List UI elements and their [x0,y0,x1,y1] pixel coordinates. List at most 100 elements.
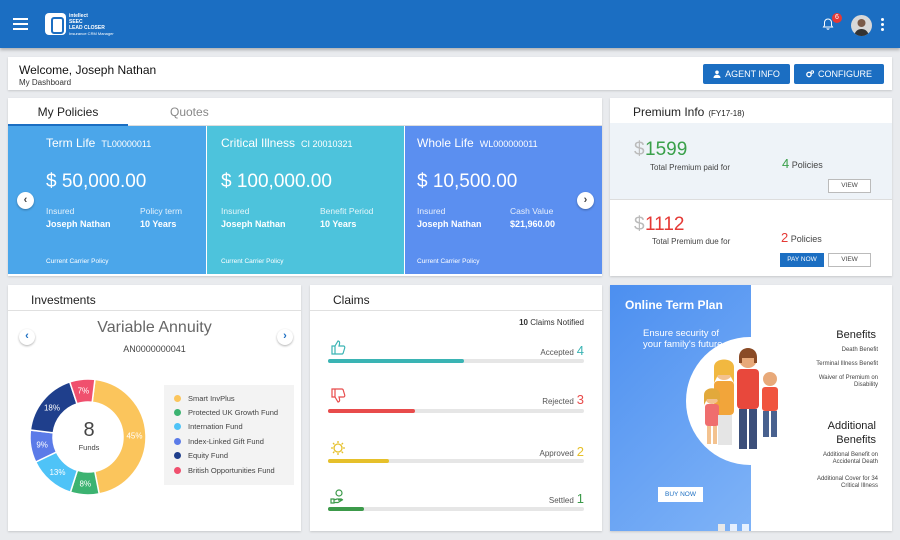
pay-now-button[interactable]: PAY NOW [780,253,824,267]
breadcrumb: My Dashboard [19,78,72,87]
top-bar: intellect SEEC LEAD CLOSER Insurance CRM… [0,0,900,48]
claim-status: Settled [548,496,574,505]
claim-status: Rejected [542,397,574,406]
claim-bar-fill [328,409,416,413]
thumbs-up-icon [331,340,346,355]
claim-status: Accepted [540,348,574,357]
claim-count: 3 [576,392,584,407]
claim-accepted-label: Accepted 4 [540,343,584,358]
more-options-icon[interactable] [881,18,884,33]
benefits-heading: Benefits [836,329,876,341]
carousel-dot[interactable] [754,524,761,531]
divider [310,310,602,311]
insured-label: Insured [221,206,250,216]
carousel-dot[interactable] [766,524,773,531]
claim-settled-bar [328,507,584,511]
product-name: Variable Annuity [97,319,212,336]
benefit-period-value: 10 Years [320,219,357,229]
donut-slice-label: 45% [126,431,142,440]
legend-label: Internation Fund [188,422,243,431]
carrier-label: Current Carrier Policy [221,258,284,265]
premium-period: (FY17-18) [708,109,745,118]
legend-item: Protected UK Growth Fund [174,408,278,417]
benefit-period-label: Benefit Period [320,206,374,216]
donut-slice-label: 9% [36,441,48,450]
additional-benefits-heading: Additional [827,420,876,432]
product-code: AN0000000041 [123,344,186,354]
family-illustration [686,337,814,465]
gear-icon [331,441,345,455]
legend-dot-icon [174,467,181,474]
avatar[interactable] [851,15,872,36]
claim-count: 1 [576,491,584,506]
claims-notified-label: Claims Notified [530,318,584,327]
carousel-dot[interactable] [730,524,737,531]
divider [8,310,301,311]
funds-label: Funds [78,443,100,452]
benefit-item: Terminal Illness Benefit [816,361,878,367]
divider [610,199,892,200]
claim-count: 4 [576,343,584,358]
view-due-button[interactable]: VIEW [828,253,871,267]
policy-tabs: My Policies Quotes [8,98,602,126]
currency-symbol: $ [634,139,645,160]
paid-count-label: Policies [791,160,823,170]
premium-title: Premium Info [633,105,705,119]
policy-name: Term Life [46,136,96,150]
insured-value: Joseph Nathan [221,219,286,229]
logo: intellect SEEC LEAD CLOSER Insurance CRM… [69,13,114,37]
notification-badge: 6 [832,13,842,23]
carousel-dot[interactable] [718,524,725,531]
policy-amount: $ 10,500.00 [417,171,518,192]
carrier-label: Current Carrier Policy [417,258,480,265]
due-count: 2 [781,230,789,245]
policy-number: CI 20010321 [301,139,353,149]
view-paid-button[interactable]: VIEW [828,179,871,193]
carousel-dots [718,518,778,531]
policy-card-whole-life[interactable]: Whole Life WL000000011 $ 10,500.00 Insure… [405,126,602,274]
legend-label: Equity Fund [188,451,229,460]
user-icon [713,70,721,78]
premium-paid-amount: 1599 [645,139,688,160]
next-policy-arrow[interactable]: › [577,192,594,209]
agent-info-button[interactable]: AGENT INFO [703,64,790,84]
carousel-dot[interactable] [742,524,749,531]
additional-benefit-item: Additional Benefit on Accidental Death [822,452,878,465]
claims-panel: Claims 10 Claims Notified Accepted 4 Reje… [310,285,602,531]
claims-notified-count: 10 [519,318,528,327]
policy-amount: $ 50,000.00 [46,171,147,192]
tab-quotes[interactable]: Quotes [170,105,209,119]
configure-button[interactable]: CONFIGURE [794,64,884,84]
currency-symbol: $ [634,214,645,235]
claim-bar-fill [328,459,390,463]
legend-dot-icon [174,452,181,459]
claim-rejected-label: Rejected 3 [542,392,584,407]
tab-my-policies[interactable]: My Policies [8,105,128,126]
legend-label: Protected UK Growth Fund [188,408,279,417]
benefit-item: Waiver of Premium on Disability [818,375,878,388]
cash-value-label: Cash Value [510,206,554,216]
due-count-label: Policies [790,234,822,244]
legend-dot-icon [174,395,181,402]
claims-notified: 10 Claims Notified [519,318,584,327]
investments-title: Investments [31,293,96,307]
prev-policy-arrow[interactable]: ‹ [17,192,34,209]
policy-name: Whole Life [417,136,474,150]
due-policies-count: 2 Policies [781,230,822,245]
buy-now-button[interactable]: BUY NOW [658,487,703,502]
policy-card-critical-illness[interactable]: Critical Illness CI 20010321 $ 100,000.00… [207,126,404,274]
funds-count: 8 [83,419,95,441]
insured-value: Joseph Nathan [417,219,482,229]
policy-number: TL00000011 [101,139,152,149]
policy-card-term-life[interactable]: Term Life TL00000011 $ 50,000.00 Insured … [8,126,206,274]
policy-term-value: 10 Years [140,219,177,229]
menu-icon[interactable] [13,18,28,30]
online-term-plan-banner: Online Term Plan Ensure security of your… [610,285,892,531]
policy-amount: $ 100,000.00 [221,171,332,192]
donut-slice-label: 7% [78,387,90,396]
cash-value-value: $21,960.00 [510,219,556,229]
claim-status: Approved [539,449,574,458]
additional-benefit-item: Additional Cover for 34 Critical Illness [816,476,878,489]
legend-item: Equity Fund [174,451,228,460]
banner-title: Online Term Plan [625,298,723,312]
